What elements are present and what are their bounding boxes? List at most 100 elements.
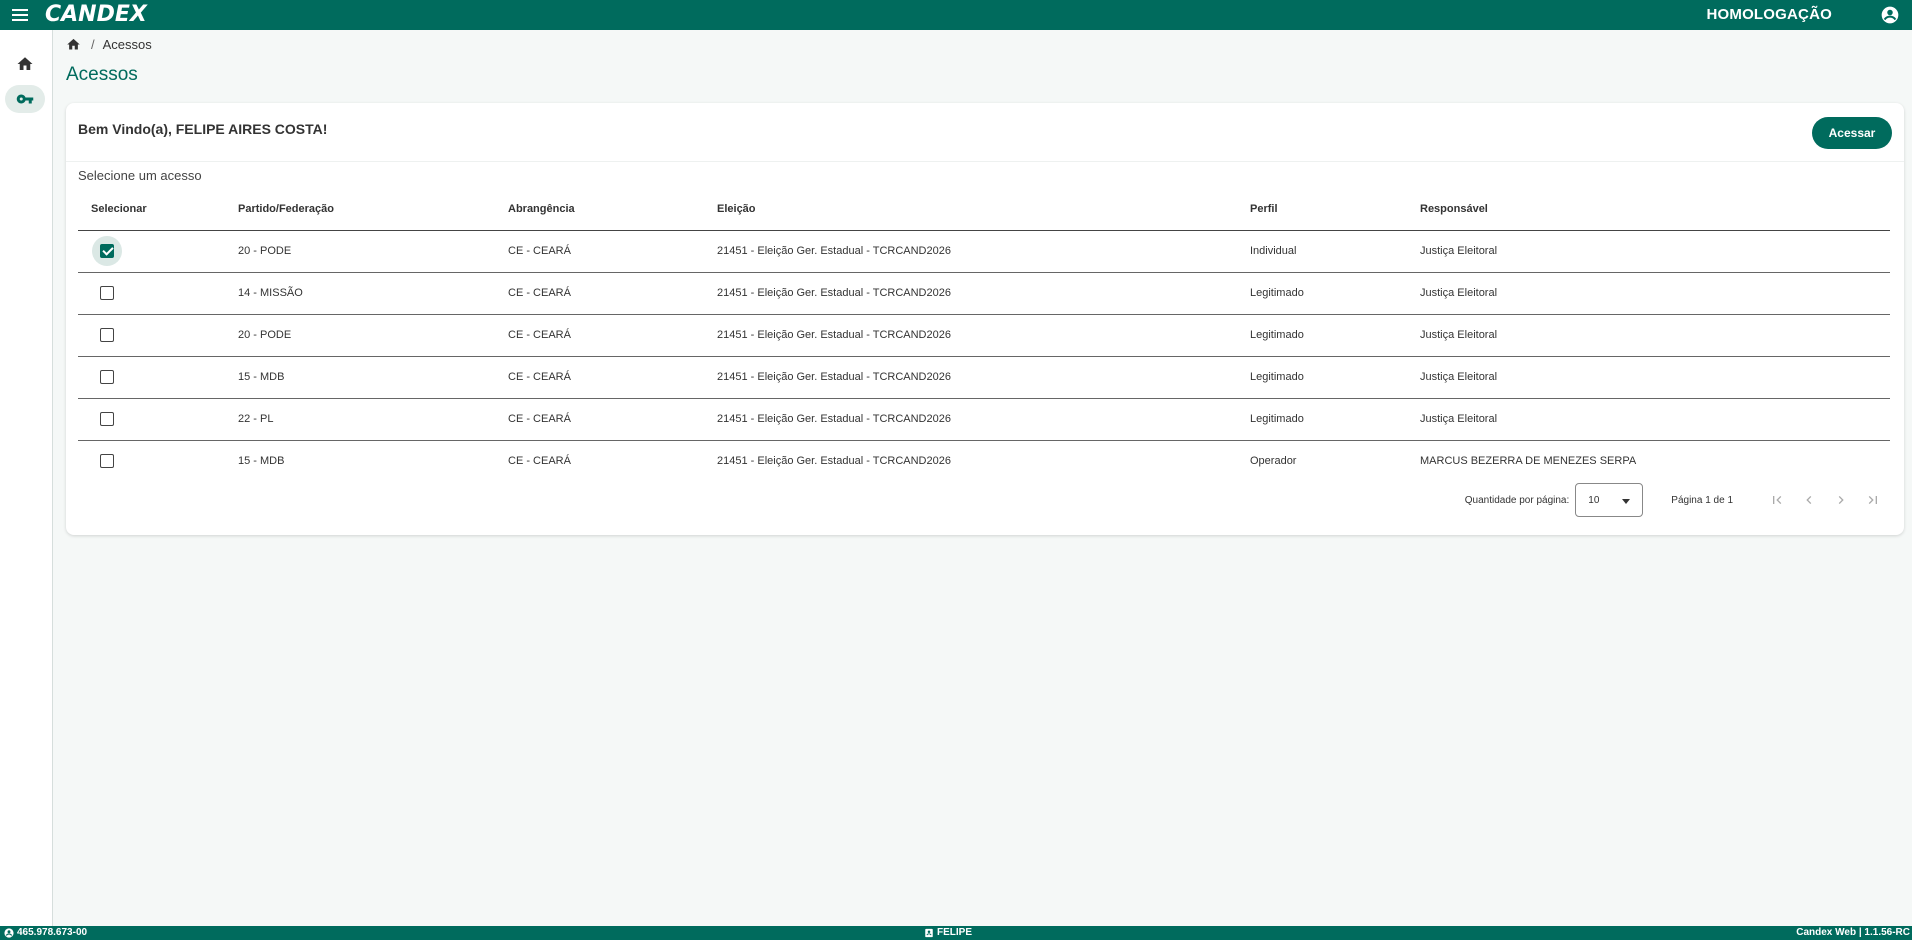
cell-perfil: Individual — [1250, 230, 1420, 273]
side-nav — [0, 30, 53, 926]
cell-selecionar — [78, 272, 238, 315]
paginator: Quantidade por página: 10 Página 1 de 1 — [1465, 483, 1889, 517]
home-icon — [17, 57, 33, 70]
cell-eleicao: 21451 - Eleição Ger. Estadual - TCRCAND2… — [717, 455, 951, 468]
status-footer: 465.978.673-00 FELIPE Candex Web | 1.1.5… — [0, 926, 1912, 940]
breadcrumb-current: Acessos — [102, 37, 152, 52]
cell-abrangencia: CE - CEARÁ — [508, 455, 571, 468]
cell-perfil: Legitimado — [1250, 314, 1420, 357]
cell-perfil: Legitimado — [1250, 272, 1420, 315]
row-checkbox-wrapper — [92, 320, 122, 350]
cell-responsavel: Justiça Eleitoral — [1420, 398, 1890, 441]
home-icon[interactable] — [66, 37, 81, 52]
cell-eleicao: 21451 - Eleição Ger. Estadual - TCRCAND2… — [717, 398, 1250, 441]
cell-responsavel: Justiça Eleitoral — [1420, 356, 1890, 399]
last-page-button[interactable] — [1857, 484, 1889, 516]
column-header-abrangencia: Abrangência — [508, 188, 717, 231]
card-subtitle: Selecione um acesso — [78, 168, 202, 183]
cell-selecionar — [78, 314, 238, 357]
row-checkbox[interactable] — [100, 286, 114, 300]
cell-partido: 15 - MDB — [238, 356, 508, 399]
previous-page-button[interactable] — [1793, 484, 1825, 516]
row-checkbox[interactable] — [100, 412, 114, 426]
cell-selecionar — [78, 398, 238, 441]
page-size-label: Quantidade por página: — [1464, 494, 1570, 506]
cell-eleicao: 21451 - Eleição Ger. Estadual - TCRCAND2… — [717, 272, 1250, 315]
cell-selecionar — [78, 356, 238, 399]
nav-acessos[interactable] — [5, 85, 45, 113]
table-row[interactable]: 14 - MISSÃO CE - CEARÁ 21451 - Eleição Ger… — [78, 272, 1890, 315]
row-checkbox-wrapper — [92, 362, 122, 392]
breadcrumb: / Acessos — [66, 37, 152, 52]
cell-partido: 14 - MISSÃO — [238, 272, 508, 315]
first-page-icon — [1773, 496, 1782, 504]
table-header-row: Selecionar Partido/Federação Abrangência… — [78, 188, 1890, 231]
column-header-perfil: Perfil — [1250, 188, 1420, 231]
access-table: Selecionar Partido/Federação Abrangência… — [78, 188, 1890, 482]
column-header-responsavel: Responsável — [1420, 188, 1890, 231]
cell-abrangencia: CE - CEARÁ — [508, 398, 717, 441]
cell-selecionar — [78, 230, 238, 273]
access-card: Bem Vindo(a), FELIPE AIRES COSTA! Acessa… — [66, 103, 1904, 535]
cell-selecionar — [78, 440, 238, 482]
chevron-left-icon — [1806, 496, 1812, 504]
menu-icon[interactable] — [12, 7, 28, 23]
last-page-icon — [1868, 496, 1877, 504]
row-checkbox[interactable] — [100, 244, 114, 258]
cell-abrangencia: CE - CEARÁ — [508, 314, 717, 357]
environment-label: HOMOLOGAÇÃO — [1706, 6, 1832, 23]
cell-eleicao: 21451 - Eleição Ger. Estadual - TCRCAND2… — [717, 230, 1250, 273]
page-title: Acessos — [66, 64, 138, 85]
cell-eleicao: 21451 - Eleição Ger. Estadual - TCRCAND2… — [717, 314, 1250, 357]
cell-partido: 20 - PODE — [238, 230, 508, 273]
row-checkbox-wrapper — [92, 446, 122, 476]
column-header-partido: Partido/Federação — [238, 188, 508, 231]
cell-perfil: Legitimado — [1250, 356, 1420, 399]
row-checkbox[interactable] — [100, 454, 114, 469]
table-row[interactable]: 20 - PODE CE - CEARÁ 21451 - Eleição Ger. … — [78, 230, 1890, 273]
key-icon — [16, 94, 34, 104]
acessar-button[interactable]: Acessar — [1812, 117, 1892, 149]
page-range-label: Página 1 de 1 — [1671, 494, 1733, 506]
account-circle-icon[interactable] — [1880, 5, 1900, 25]
footer-cpf: 465.978.673-00 — [4, 927, 87, 938]
cell-perfil: Legitimado — [1250, 398, 1420, 441]
footer-user-text: FELIPE — [937, 927, 973, 938]
table-row[interactable]: 15 - MDB CE - CEARÁ 21451 - Eleição Ger. E… — [78, 356, 1890, 399]
cell-abrangencia: CE - CEARÁ — [508, 272, 717, 315]
footer-user: FELIPE — [924, 927, 972, 938]
cell-abrangencia: CE - CEARÁ — [508, 356, 717, 399]
cell-responsavel: Justiça Eleitoral — [1420, 230, 1890, 273]
page-size-select[interactable]: 10 — [1575, 483, 1644, 517]
account-circle-icon — [4, 927, 14, 938]
chevron-down-icon — [1622, 499, 1631, 504]
table-row[interactable]: 22 - PL CE - CEARÁ 21451 - Eleição Ger. Es… — [78, 398, 1890, 441]
top-app-bar: CANDEX HOMOLOGAÇÃO — [0, 0, 1912, 30]
page-size-value: 10 — [1588, 494, 1600, 506]
nav-home[interactable] — [5, 50, 45, 78]
cell-responsavel: Justiça Eleitoral — [1420, 314, 1890, 357]
row-checkbox[interactable] — [100, 328, 114, 342]
cell-responsavel: MARCUS BEZERRA DE MENEZES SERPA — [1420, 455, 1637, 468]
footer-cpf-text: 465.978.673-00 — [17, 927, 88, 938]
breadcrumb-separator: / — [91, 37, 95, 52]
chevron-right-icon — [1838, 496, 1844, 504]
cell-responsavel: Justiça Eleitoral — [1420, 272, 1890, 315]
cell-partido: 15 - MDB — [238, 455, 285, 468]
next-page-button[interactable] — [1825, 484, 1857, 516]
footer-version: Candex Web | 1.1.56-RC — [1796, 927, 1910, 938]
cell-eleicao: 21451 - Eleição Ger. Estadual - TCRCAND2… — [717, 356, 1250, 399]
row-checkbox[interactable] — [100, 370, 114, 384]
app-logo: CANDEX — [45, 2, 147, 27]
table-row[interactable]: 15 - MDB CE - CEARÁ 21451 - Eleição Ger. E… — [78, 440, 1890, 482]
welcome-message: Bem Vindo(a), FELIPE AIRES COSTA! — [78, 121, 328, 137]
column-header-eleicao: Eleição — [717, 188, 1250, 231]
row-checkbox-wrapper — [92, 404, 122, 434]
table-row[interactable]: 20 - PODE CE - CEARÁ 21451 - Eleição Ger. … — [78, 314, 1890, 357]
badge-icon — [925, 928, 933, 937]
first-page-button[interactable] — [1761, 484, 1793, 516]
card-header: Bem Vindo(a), FELIPE AIRES COSTA! Acessa… — [66, 103, 1904, 162]
cell-perfil: Operador — [1250, 455, 1297, 468]
cell-partido: 22 - PL — [238, 398, 508, 441]
row-checkbox-wrapper — [92, 236, 122, 266]
